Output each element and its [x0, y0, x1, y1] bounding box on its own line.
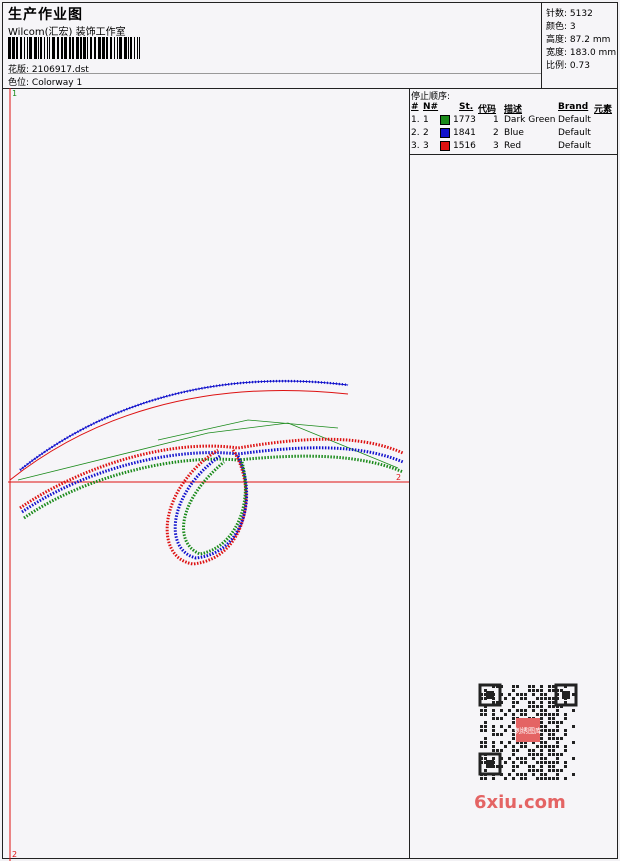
color-swatch [440, 128, 450, 138]
col-n: N# [423, 102, 439, 112]
stop-sequence-title: 停止顺序: [411, 92, 451, 102]
col-desc: 描述 [504, 105, 523, 115]
row-description: Dark Green [504, 115, 556, 125]
strand-red [19, 437, 404, 510]
row-index: 1. [411, 115, 420, 125]
strand-green [23, 454, 404, 520]
marker-bottom: 2 [12, 850, 17, 859]
watermark-site: 6xiu.com [474, 792, 566, 813]
row-color-swatch [440, 141, 450, 153]
row-n: 1 [423, 115, 429, 125]
colorway-label: 色位: [8, 78, 30, 88]
row-n: 3 [423, 141, 429, 151]
loop-blue [173, 454, 249, 560]
stat-stitches: 针数: 5132 [546, 9, 593, 19]
header-divider [541, 2, 542, 88]
row-stitches: 1516 [453, 141, 476, 151]
page-title: 生产作业图 [8, 7, 83, 23]
col-code: 代码 [478, 105, 497, 115]
row-description: Blue [504, 128, 524, 138]
marker-top: 1 [12, 89, 17, 98]
color-swatch [440, 115, 450, 125]
row-color-swatch [440, 115, 450, 127]
row-stitches: 1773 [453, 115, 476, 125]
row-brand: Default [558, 141, 591, 151]
col-brand: Brand [558, 102, 589, 112]
green-run-2 [157, 419, 339, 441]
row-index: 2. [411, 128, 420, 138]
row-code: 1 [493, 115, 499, 125]
studio-subtitle: Wilcom(汇宏) 装饰工作室 [8, 27, 126, 38]
color-swatch [440, 141, 450, 151]
row-description: Red [504, 141, 522, 151]
stat-colors: 颜色: 3 [546, 22, 576, 32]
row-brand: Default [558, 115, 591, 125]
row-code: 2 [493, 128, 499, 138]
colorway-line: 色位: Colorway 1 [8, 75, 82, 88]
row-color-swatch [440, 128, 450, 140]
row-n: 2 [423, 128, 429, 138]
sidebar-divider [409, 88, 410, 859]
stat-scale: 比例: 0.73 [546, 61, 590, 71]
stat-height: 高度: 87.2 mm [546, 35, 611, 45]
barcode [8, 37, 140, 59]
col-st: St. [459, 102, 474, 112]
marker-right: 2 [396, 473, 401, 482]
loop-green [182, 460, 247, 556]
header-rule [8, 73, 541, 74]
row-code: 3 [493, 141, 499, 151]
col-element: 元素 [594, 105, 613, 115]
row-brand: Default [558, 128, 591, 138]
row-index: 3. [411, 141, 420, 151]
seal-text: 刺绣图库 [514, 726, 542, 735]
table-bottom-rule [410, 154, 618, 155]
green-run-1 [17, 422, 399, 481]
embroidery-canvas: 1 2 2 [8, 88, 409, 861]
stat-width: 宽度: 183.0 mm [546, 48, 617, 58]
row-stitches: 1841 [453, 128, 476, 138]
col-hash: # [411, 102, 419, 112]
colorway-value: Colorway 1 [31, 78, 83, 88]
